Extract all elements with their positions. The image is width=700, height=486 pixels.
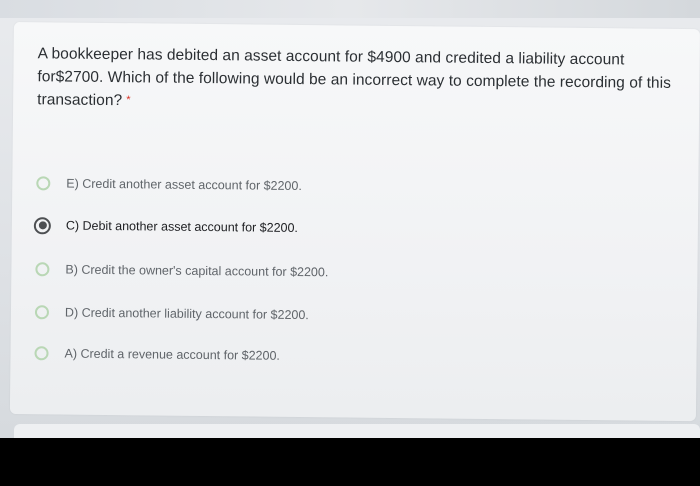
question-text: A bookkeeper has debited an asset accoun… bbox=[37, 45, 672, 110]
option-d[interactable]: D) Credit another liability account for … bbox=[34, 301, 309, 326]
top-strip bbox=[0, 0, 700, 18]
question-text-block: A bookkeeper has debited an asset accoun… bbox=[37, 42, 678, 118]
option-b[interactable]: B) Credit the owner's capital account fo… bbox=[35, 258, 328, 283]
option-label: A) Credit a revenue account for $2200. bbox=[64, 346, 280, 363]
option-a[interactable]: A) Credit a revenue account for $2200. bbox=[34, 342, 280, 367]
radio-button[interactable] bbox=[34, 305, 50, 320]
radio-button[interactable] bbox=[34, 346, 49, 361]
required-asterisk: * bbox=[126, 94, 131, 107]
option-label: C) Debit another asset account for $2200… bbox=[65, 218, 299, 235]
option-e[interactable]: E) Credit another asset account for $220… bbox=[36, 172, 302, 197]
radio-button-selected[interactable] bbox=[33, 216, 51, 234]
question-card: A bookkeeper has debited an asset accoun… bbox=[9, 22, 700, 422]
next-card-edge bbox=[14, 424, 700, 438]
radio-button[interactable] bbox=[36, 176, 51, 191]
option-label: D) Credit another liability account for … bbox=[64, 305, 309, 323]
radio-button[interactable] bbox=[35, 262, 50, 277]
screen: A bookkeeper has debited an asset accoun… bbox=[0, 0, 700, 438]
option-c[interactable]: C) Debit another asset account for $2200… bbox=[33, 214, 299, 239]
option-label: B) Credit the owner's capital account fo… bbox=[65, 262, 329, 280]
option-label: E) Credit another asset account for $220… bbox=[66, 176, 302, 194]
